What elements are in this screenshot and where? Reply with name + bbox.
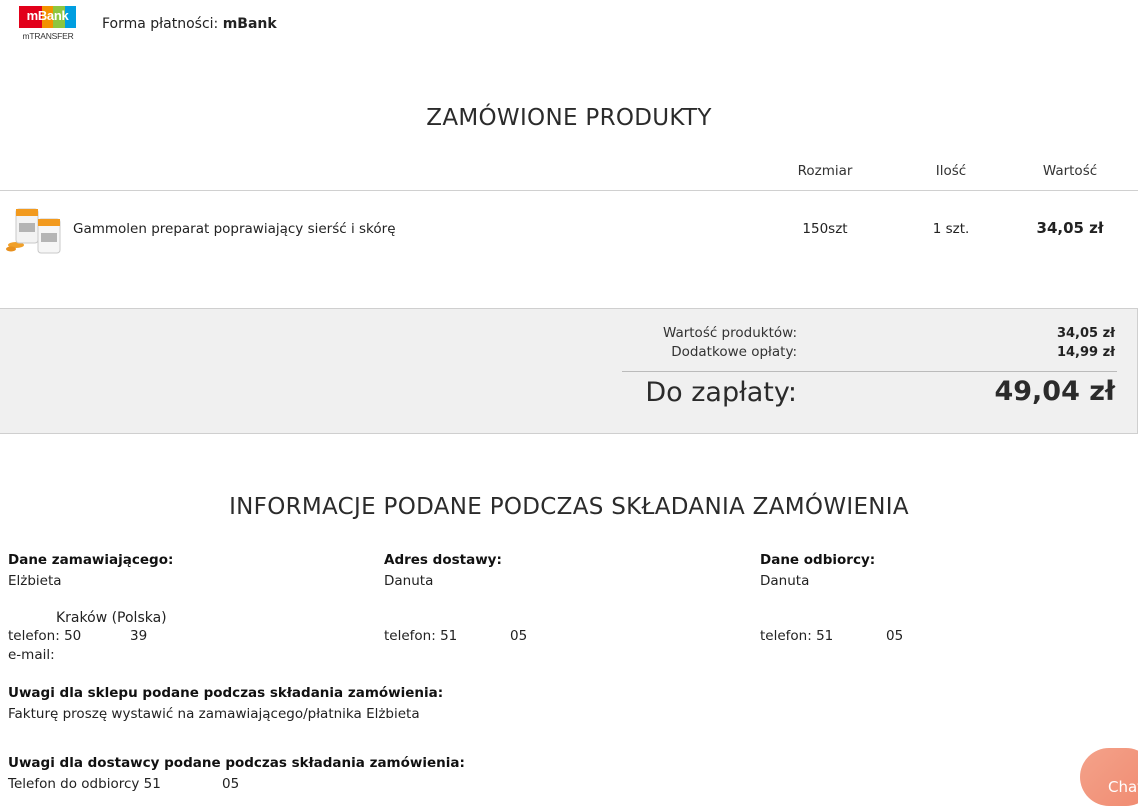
delivery-heading: Adres dostawy: (384, 552, 502, 568)
mbank-logo: mBank mTRANSFER (19, 6, 77, 42)
payment-method-value: mBank (222, 16, 277, 32)
grand-total-value: 49,04 zł (994, 376, 1115, 407)
delivery-phone: telefon: 51 (384, 628, 458, 644)
products-total-value: 34,05 zł (1056, 326, 1115, 341)
courier-notes-heading: Uwagi dla dostawcy podane podczas składa… (8, 755, 465, 771)
orderer-details: Dane zamawiającego: Elżbieta (8, 552, 368, 591)
orderer-city: Kraków (Polska) (56, 610, 167, 626)
orderer-phone: telefon: 50 (8, 628, 82, 644)
column-value: Wartość (1042, 163, 1098, 179)
table-divider (0, 190, 1138, 191)
orderer-name: Elżbieta (8, 573, 62, 589)
orderer-heading: Dane zamawiającego: (8, 552, 174, 568)
column-quantity: Ilość (935, 163, 967, 179)
column-size: Rozmiar (797, 163, 853, 179)
product-quantity: 1 szt. (932, 221, 970, 237)
product-size: 150szt (802, 221, 848, 237)
grand-total-label: Do zapłaty: (645, 377, 797, 408)
logo-subtext: mTRANSFER (22, 31, 74, 41)
orderer-phone-end: 39 (130, 628, 148, 644)
delivery-details: Adres dostawy: Danuta (384, 552, 744, 591)
summary-divider (622, 371, 1117, 372)
chat-button[interactable]: Chat (1080, 748, 1138, 806)
products-title: ZAMÓWIONE PRODUKTY (426, 105, 712, 131)
page-header: mBank mTRANSFER Forma płatności: mBank (0, 0, 1138, 50)
payment-method-label: Forma płatności: (102, 16, 219, 32)
recipient-phone-end: 05 (886, 628, 904, 644)
info-title: INFORMACJE PODANE PODCZAS SKŁADANIA ZAMÓ… (229, 494, 909, 520)
delivery-phone-end: 05 (510, 628, 528, 644)
courier-notes-end: 05 (222, 776, 240, 792)
recipient-name: Danuta (760, 573, 810, 589)
product-value: 34,05 zł (1036, 219, 1104, 237)
product-name: Gammolen preparat poprawiający sierść i … (73, 221, 396, 237)
orderer-email: e-mail: (8, 647, 55, 663)
payment-method: Forma płatności: mBank (102, 16, 277, 32)
fees-value: 14,99 zł (1056, 345, 1115, 360)
courier-notes: Telefon do odbiorcy 51 (8, 776, 161, 792)
recipient-phone: telefon: 51 (760, 628, 834, 644)
shop-notes: Fakturę proszę wystawić na zamawiającego… (8, 706, 420, 722)
recipient-details: Dane odbiorcy: Danuta (760, 552, 1120, 591)
order-summary: Wartość produktów: 34,05 zł Dodatkowe op… (0, 308, 1138, 434)
products-total-label: Wartość produktów: (662, 325, 797, 341)
fees-label: Dodatkowe opłaty: (671, 344, 797, 360)
recipient-heading: Dane odbiorcy: (760, 552, 876, 568)
shop-notes-heading: Uwagi dla sklepu podane podczas składani… (8, 685, 444, 701)
logo-text: mBank (26, 8, 69, 23)
product-image (6, 208, 61, 254)
delivery-name: Danuta (384, 573, 434, 589)
